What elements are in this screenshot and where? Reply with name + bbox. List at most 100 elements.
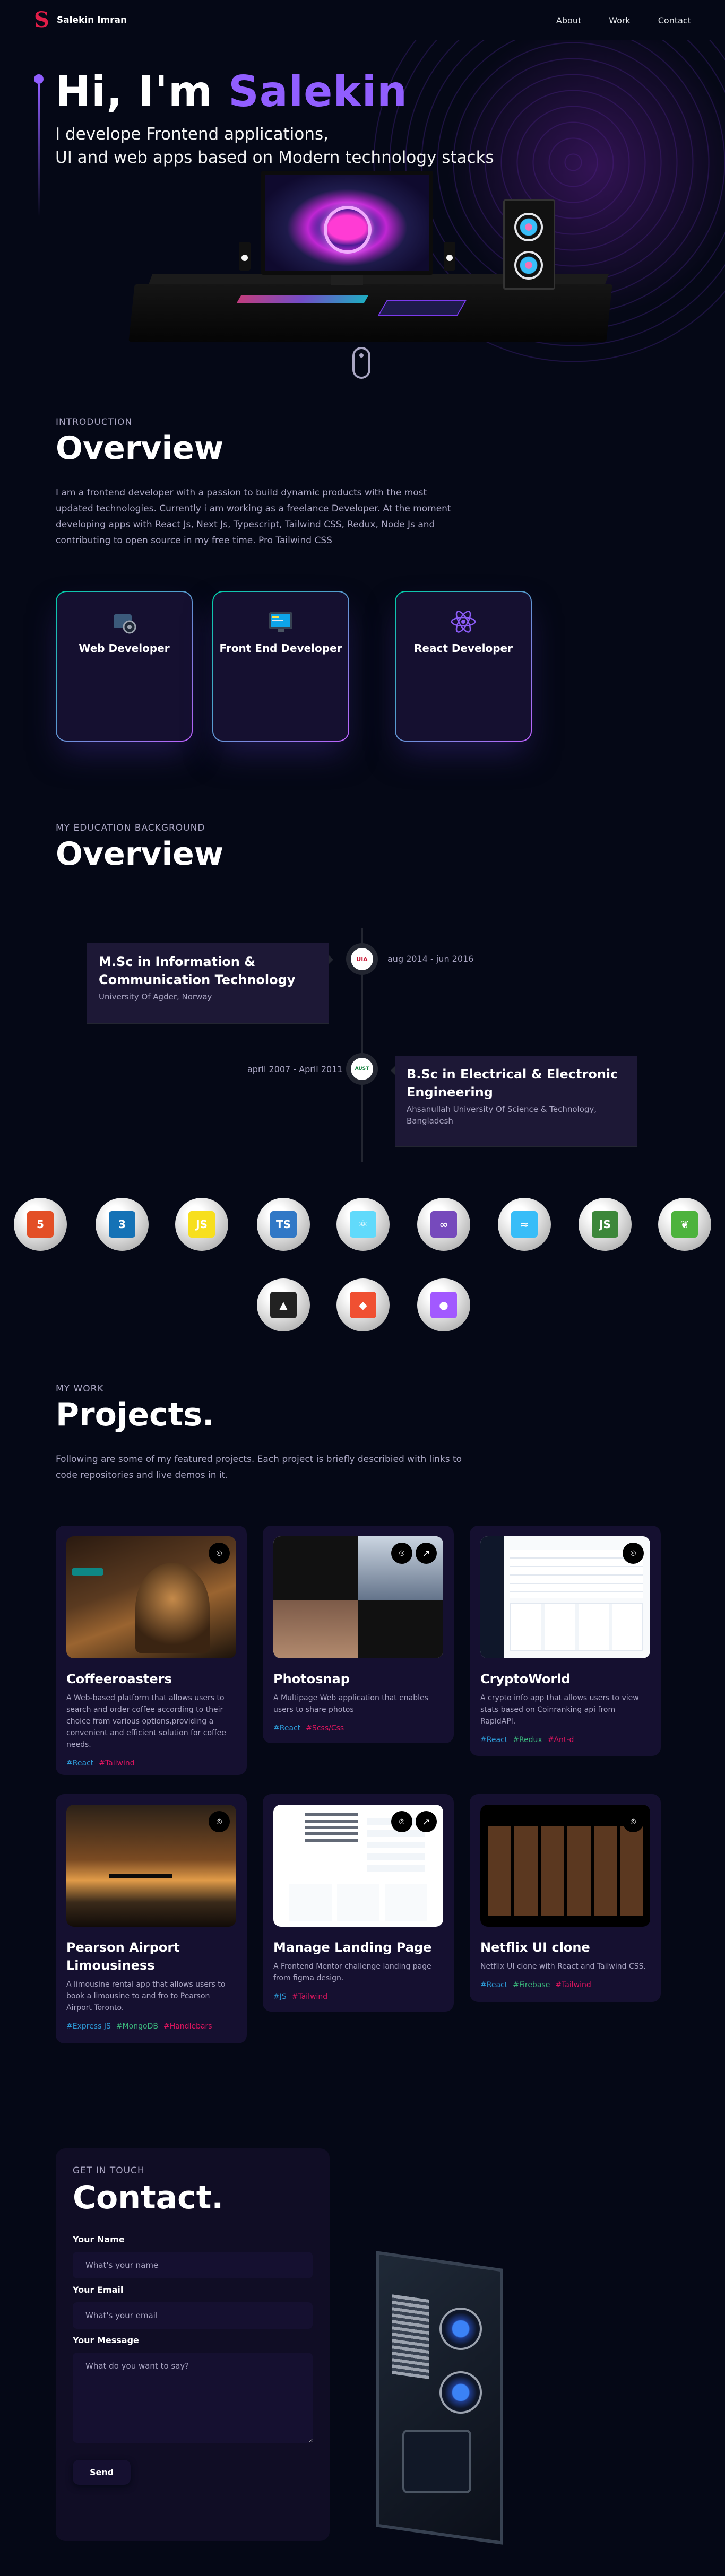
mousepad xyxy=(377,300,467,316)
contact-heading: Contact. xyxy=(73,2179,224,2216)
tech-ball[interactable]: ● xyxy=(417,1278,470,1331)
github-icon[interactable]: ⌾ xyxy=(391,1811,412,1832)
hero-greeting: Hi, I'm xyxy=(55,67,229,116)
project-card-netflix[interactable]: ⌾ Netflix UI clone Netflix UI clone with… xyxy=(470,1794,661,2002)
project-card-cryptoworld[interactable]: ⌾ CryptoWorld A crypto info app that all… xyxy=(470,1526,661,1756)
school-name: University Of Agder, Norway xyxy=(99,992,212,1002)
project-tag: #React xyxy=(273,1724,301,1733)
github-icon[interactable]: ⌾ xyxy=(209,1811,230,1832)
about-paragraph: I am a frontend developer with a passion… xyxy=(56,488,451,546)
image-sidebar xyxy=(480,1536,504,1658)
figma-icon: ● xyxy=(430,1292,457,1318)
image-photo-panel xyxy=(273,1600,358,1658)
project-tag: #Firebase xyxy=(513,1981,550,1989)
nav-link-contact[interactable]: Contact xyxy=(658,15,691,25)
tech-ball[interactable]: TS xyxy=(257,1198,310,1251)
project-tag: #Tailwind xyxy=(291,1992,328,2001)
live-demo-icon[interactable]: ↗ xyxy=(416,1811,437,1832)
hero-accent-line xyxy=(38,84,40,216)
nav-link-work[interactable]: Work xyxy=(609,15,631,25)
service-card-frontend-developer[interactable]: Front End Developer xyxy=(212,591,349,742)
tech-ball[interactable]: ❦ xyxy=(658,1198,711,1251)
desk-3d-model[interactable] xyxy=(128,284,612,342)
degree-title: M.Sc in Information & Communication Tech… xyxy=(99,954,296,987)
ram-graphic xyxy=(392,2294,429,2379)
pc-3d-model[interactable] xyxy=(355,2249,524,2546)
coffee-press-graphic xyxy=(135,1563,210,1653)
project-card-coffeeroasters[interactable]: ⌾ Coffeeroasters A Web-based platform th… xyxy=(56,1526,247,1775)
tech-ball[interactable]: ◆ xyxy=(336,1278,390,1331)
hero-subtitle-line-1: I develope Frontend applications, xyxy=(55,125,329,144)
redux-icon: ∞ xyxy=(430,1211,457,1238)
project-description: Netflix UI clone with React and Tailwind… xyxy=(480,1962,646,1971)
project-card-pearson-airport[interactable]: ⌾ Pearson Airport Limousiness A limousin… xyxy=(56,1794,247,2043)
monitor-ring-graphic xyxy=(324,206,372,254)
project-tags: #React #Tailwind xyxy=(66,1759,236,1768)
project-title: Pearson Airport Limousiness xyxy=(66,1940,180,1973)
react-icon xyxy=(448,607,478,637)
tech-ball[interactable]: ▲ xyxy=(257,1278,310,1331)
project-tag: #Express JS xyxy=(66,2022,111,2031)
email-input[interactable] xyxy=(73,2302,313,2329)
css3-icon: 3 xyxy=(109,1211,135,1238)
uia-logo-icon: UiA xyxy=(351,948,373,970)
github-icon[interactable]: ⌾ xyxy=(623,1811,644,1832)
projects-intro: Following are some of my featured projec… xyxy=(56,1454,462,1481)
git-icon: ◆ xyxy=(350,1292,376,1318)
send-button[interactable]: Send xyxy=(73,2460,131,2485)
about-subtitle: Introduction xyxy=(56,417,133,428)
tech-ball[interactable]: ∞ xyxy=(417,1198,470,1251)
project-card-manage-landing[interactable]: ⌾ ↗ Manage Landing Page A Frontend Mento… xyxy=(263,1794,454,2012)
image-text-decoration xyxy=(72,1544,135,1565)
name-input[interactable] xyxy=(73,2252,313,2278)
logo-link[interactable]: S Salekin Imran xyxy=(34,10,127,31)
scroll-down-indicator[interactable] xyxy=(352,347,370,379)
github-icon[interactable]: ⌾ xyxy=(209,1543,230,1564)
projects-heading: Projects. xyxy=(56,1396,214,1433)
name-label: Your Name xyxy=(73,2234,125,2244)
project-card-photosnap[interactable]: ⌾ ↗ Photosnap A Multipage Web applicatio… xyxy=(263,1526,454,1743)
fan-icon xyxy=(439,2371,482,2414)
project-image: ⌾ xyxy=(66,1805,236,1927)
project-tags: #JS #Tailwind xyxy=(273,1992,443,2001)
github-icon[interactable]: ⌾ xyxy=(623,1543,644,1564)
service-card-react-developer[interactable]: React Developer xyxy=(395,591,532,742)
tech-ball[interactable]: JS xyxy=(579,1198,632,1251)
project-title: Manage Landing Page xyxy=(273,1940,432,1955)
degree-title: B.Sc in Electrical & Electronic Engineer… xyxy=(407,1067,618,1100)
tech-ball[interactable]: 3 xyxy=(96,1198,149,1251)
about-heading: Overview xyxy=(56,430,224,467)
project-description: A limousine rental app that allows users… xyxy=(66,1980,226,2012)
contact-subtitle: Get in touch xyxy=(73,2165,145,2176)
project-image: ⌾ ↗ xyxy=(273,1536,443,1658)
service-card-web-developer[interactable]: Web Developer xyxy=(56,591,193,742)
message-textarea[interactable] xyxy=(73,2353,313,2443)
tech-ball[interactable]: ⚛ xyxy=(336,1198,390,1251)
hero-section: Hi, I'm Salekin I develope Frontend appl… xyxy=(0,40,725,385)
project-tag: #JS xyxy=(273,1992,287,2001)
timeline-arrow xyxy=(391,1066,395,1075)
tech-ball[interactable]: JS xyxy=(175,1198,228,1251)
tech-ball[interactable]: ≈ xyxy=(498,1198,551,1251)
image-coin-cards xyxy=(510,1603,643,1651)
service-title: Web Developer xyxy=(79,642,170,655)
project-tag: #React xyxy=(480,1736,508,1744)
image-movie-grid xyxy=(488,1826,643,1916)
tech-ball[interactable]: 5 xyxy=(14,1198,67,1251)
image-button-decoration xyxy=(72,1568,103,1576)
fan-icon xyxy=(514,251,543,280)
mongodb-icon: ❦ xyxy=(671,1211,698,1238)
fan-icon xyxy=(439,2308,482,2350)
pc-case xyxy=(503,199,555,290)
typescript-icon: TS xyxy=(270,1211,297,1238)
live-demo-icon[interactable]: ↗ xyxy=(416,1543,437,1564)
logo-icon: S xyxy=(34,7,49,32)
school-name: Ahsanullah University Of Science & Techn… xyxy=(407,1104,597,1126)
github-icon[interactable]: ⌾ xyxy=(391,1543,412,1564)
project-tags: #React #Redux #Ant-d xyxy=(480,1736,650,1744)
timeline-arrow xyxy=(329,955,333,964)
project-title: Photosnap xyxy=(273,1672,350,1686)
psu-graphic xyxy=(402,2430,471,2493)
hero-accent-dot xyxy=(34,74,44,84)
nav-link-about[interactable]: About xyxy=(556,15,581,25)
